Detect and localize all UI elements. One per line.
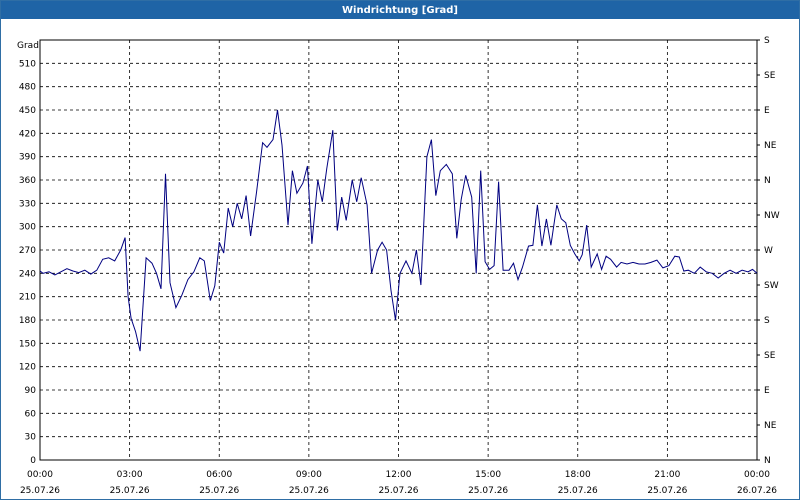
- right-tick-label: NE: [764, 141, 777, 151]
- x-tick-time: 00:00: [27, 470, 53, 480]
- x-tick-date: 25.07.26: [20, 486, 60, 496]
- line-chart: 0 30 60 90 120 150 180 210 240 270 300 330 360 390 420…: [17, 36, 780, 496]
- x-tick-date: 25.07.26: [468, 486, 508, 496]
- y-tick-label: 30: [25, 433, 37, 443]
- x-tick-time: 06:00: [206, 470, 232, 480]
- right-tick-label: SW: [764, 281, 779, 291]
- y-tick-label: 150: [19, 339, 36, 349]
- y-tick-label: 180: [19, 316, 36, 326]
- y-tick-label: 0: [30, 456, 36, 466]
- x-tick-time: 21:00: [654, 470, 680, 480]
- y-tick-label: 360: [19, 176, 36, 186]
- y-tick-label: 90: [25, 386, 37, 396]
- x-tick-time: 03:00: [117, 470, 143, 480]
- series-line-windrichtung: [39, 109, 758, 352]
- gridlines: [40, 40, 757, 460]
- right-tick-label: S: [764, 36, 770, 46]
- right-tick-label: NE: [764, 421, 777, 431]
- x-tick-date: 25.07.26: [558, 486, 598, 496]
- right-tick-label: W: [764, 246, 773, 256]
- x-axis-ticks: 00:00 25.07.26 03:00 25.07.26 06:00 25.07.26 0…: [20, 470, 777, 496]
- right-tick-label: E: [764, 386, 770, 396]
- y-tick-label: 420: [19, 129, 36, 139]
- x-tick-date: 25.07.26: [647, 486, 687, 496]
- y-tick-label: 120: [19, 363, 36, 373]
- y-tick-label: 510: [19, 59, 36, 69]
- right-tick-label: E: [764, 106, 770, 116]
- y-axis-label: Grad: [17, 41, 39, 51]
- y-tick-label: 480: [19, 83, 36, 93]
- y-axis-ticks: 0 30 60 90 120 150 180 210 240 270 300 330 360 390 420…: [19, 59, 36, 466]
- right-tick-label: NW: [764, 211, 780, 221]
- x-tick-time: 00:00: [744, 470, 770, 480]
- x-tick-date: 25.07.26: [289, 486, 329, 496]
- x-tick-date: 25.07.26: [199, 486, 239, 496]
- right-tick-label: N: [764, 456, 771, 466]
- x-tick-date: 25.07.26: [110, 486, 150, 496]
- y-tick-label: 450: [19, 106, 36, 116]
- x-tick-date: 26.07.26: [737, 486, 777, 496]
- right-tick-label: SE: [764, 351, 776, 361]
- y-tick-label: 330: [19, 199, 36, 209]
- y-tick-label: 210: [19, 293, 36, 303]
- y-tick-label: 390: [19, 153, 36, 163]
- right-axis-ticks: N NE E SE S SW W NW N NE E SE S: [757, 36, 780, 466]
- x-tick-time: 15:00: [475, 470, 501, 480]
- x-tick-time: 12:00: [386, 470, 412, 480]
- y-tick-label: 60: [25, 409, 37, 419]
- right-tick-label: N: [764, 176, 771, 186]
- x-tick-time: 09:00: [296, 470, 322, 480]
- y-tick-label: 300: [19, 223, 36, 233]
- y-tick-label: 270: [19, 246, 36, 256]
- x-tick-date: 25.07.26: [378, 486, 418, 496]
- y-tick-label: 240: [19, 269, 36, 279]
- x-tick-time: 18:00: [565, 470, 591, 480]
- right-tick-label: S: [764, 316, 770, 326]
- right-tick-label: SE: [764, 71, 776, 81]
